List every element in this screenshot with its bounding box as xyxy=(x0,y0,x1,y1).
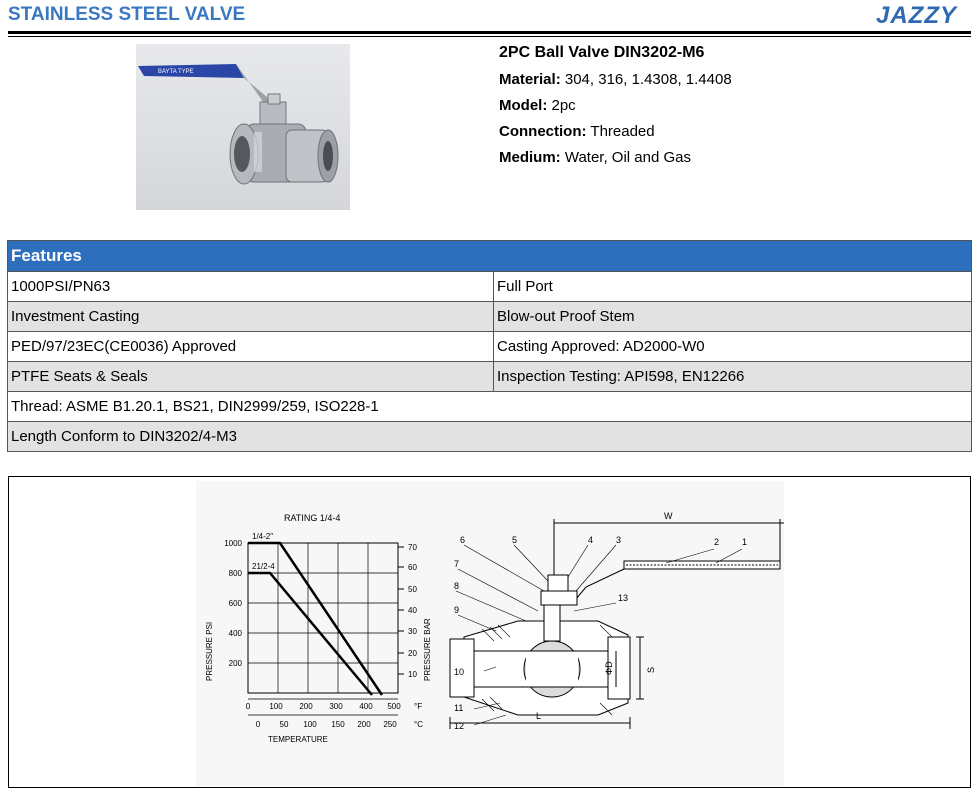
product-spec: 2PC Ball Valve DIN3202-M6 Material: 304,… xyxy=(499,44,732,175)
psi-tick: 1000 xyxy=(224,539,242,548)
dim-l: L xyxy=(536,711,541,721)
c-tick: 0 xyxy=(256,720,261,729)
c-tick: 150 xyxy=(331,720,345,729)
callout: 11 xyxy=(454,703,463,713)
features-header-row: Features xyxy=(7,240,972,272)
product-photo: BAYTA TYPE xyxy=(136,44,350,210)
callout: 4 xyxy=(588,535,593,545)
bar-tick: 40 xyxy=(408,606,417,615)
spec-value: Threaded xyxy=(590,123,655,140)
spec-label: Medium: xyxy=(499,149,561,166)
page-title: STAINLESS STEEL VALVE xyxy=(8,4,246,25)
callout: 7 xyxy=(454,559,459,569)
spec-connection: Connection: Threaded xyxy=(499,123,732,140)
bar-tick: 20 xyxy=(408,649,417,658)
psi-tick: 400 xyxy=(229,629,243,638)
product-title: 2PC Ball Valve DIN3202-M6 xyxy=(499,44,705,61)
series-line-2 xyxy=(248,571,373,696)
f-tick: 400 xyxy=(359,702,373,711)
table-cell: Full Port xyxy=(493,271,972,302)
unit-c: °C xyxy=(414,720,423,729)
spec-value: 2pc xyxy=(551,97,576,114)
table-cell: Inspection Testing: API598, EN12266 xyxy=(493,361,972,392)
brand-logo: JAZZY xyxy=(876,2,957,30)
unit-f: °F xyxy=(414,702,422,711)
c-tick: 100 xyxy=(303,720,317,729)
callout: 8 xyxy=(454,581,459,591)
callout: 3 xyxy=(616,535,621,545)
bar-tick: 60 xyxy=(408,563,417,572)
c-tick: 50 xyxy=(280,720,289,729)
callout: 1 xyxy=(742,537,747,547)
table-row: Length Conform to DIN3202/4-M3 xyxy=(7,421,972,452)
table-row: PED/97/23EC(CE0036) Approved Casting App… xyxy=(7,331,972,362)
rating-chart-title: RATING 1/4-4 xyxy=(284,513,340,523)
callout: 5 xyxy=(512,535,517,545)
spec-label: Material: xyxy=(499,71,561,88)
callout: 2 xyxy=(714,537,719,547)
psi-tick: 800 xyxy=(229,569,243,578)
f-tick: 500 xyxy=(387,702,401,711)
header-rule xyxy=(8,31,971,34)
xlabel: TEMPERATURE xyxy=(268,735,328,744)
table-cell: PED/97/23EC(CE0036) Approved xyxy=(7,331,494,362)
table-row: PTFE Seats & Seals Inspection Testing: A… xyxy=(7,361,972,392)
table-cell: Length Conform to DIN3202/4-M3 xyxy=(7,421,972,452)
dim-w: W xyxy=(664,511,673,521)
dim-d: ΦD xyxy=(604,661,614,675)
bar-tick: 10 xyxy=(408,670,417,679)
table-row: Investment Casting Blow-out Proof Stem xyxy=(7,301,972,332)
table-cell: 1000PSI/PN63 xyxy=(7,271,494,302)
dim-s: S xyxy=(646,667,656,673)
header-rule-thin xyxy=(8,36,971,37)
callout: 13 xyxy=(618,593,628,603)
table-cell: Casting Approved: AD2000-W0 xyxy=(493,331,972,362)
bar-tick: 30 xyxy=(408,627,417,636)
photo-handle-label: BAYTA TYPE xyxy=(158,69,194,75)
spec-value: Water, Oil and Gas xyxy=(564,149,692,166)
bar-tick: 70 xyxy=(408,543,417,552)
section-drawing xyxy=(449,519,784,729)
technical-drawing: RATING 1/4-4 1/4-2" 21/2-4 1000 800 600 … xyxy=(196,481,784,786)
rating-chart: RATING 1/4-4 1/4-2" 21/2-4 1000 800 600 … xyxy=(205,513,432,744)
f-tick: 300 xyxy=(329,702,343,711)
f-tick: 100 xyxy=(269,702,283,711)
series-label-2: 21/2-4 xyxy=(252,562,275,571)
table-row: Thread: ASME B1.20.1, BS21, DIN2999/259,… xyxy=(7,391,972,422)
c-tick: 250 xyxy=(383,720,397,729)
table-cell: Investment Casting xyxy=(7,301,494,332)
c-tick: 200 xyxy=(357,720,371,729)
callout: 12 xyxy=(454,721,464,731)
series-label-1: 1/4-2" xyxy=(252,532,273,541)
callout: 9 xyxy=(454,605,459,615)
table-cell: Blow-out Proof Stem xyxy=(493,301,972,332)
spec-material: Material: 304, 316, 1.4308, 1.4408 xyxy=(499,71,732,88)
features-table: Features 1000PSI/PN63 Full Port Investme… xyxy=(7,240,972,452)
table-cell: PTFE Seats & Seals xyxy=(7,361,494,392)
features-header: Features xyxy=(7,240,972,272)
f-tick: 200 xyxy=(299,702,313,711)
spec-medium: Medium: Water, Oil and Gas xyxy=(499,149,732,166)
callout: 6 xyxy=(460,535,465,545)
table-cell: Thread: ASME B1.20.1, BS21, DIN2999/259,… xyxy=(7,391,972,422)
bar-tick: 50 xyxy=(408,585,417,594)
ylabel-left: PRESSURE PSI xyxy=(205,622,214,681)
diagram-frame: RATING 1/4-4 1/4-2" 21/2-4 1000 800 600 … xyxy=(8,476,971,788)
spec-model: Model: 2pc xyxy=(499,97,732,114)
f-tick: 0 xyxy=(246,702,251,711)
ylabel-right: PRESSURE BAR xyxy=(423,618,432,681)
spec-label: Connection: xyxy=(499,123,587,140)
brand-logo-text: JAZZY xyxy=(875,2,957,29)
psi-tick: 200 xyxy=(229,659,243,668)
spec-label: Model: xyxy=(499,97,548,114)
psi-tick: 600 xyxy=(229,599,243,608)
table-row: 1000PSI/PN63 Full Port xyxy=(7,271,972,302)
callout: 10 xyxy=(454,667,464,677)
spec-value: 304, 316, 1.4308, 1.4408 xyxy=(564,71,732,88)
